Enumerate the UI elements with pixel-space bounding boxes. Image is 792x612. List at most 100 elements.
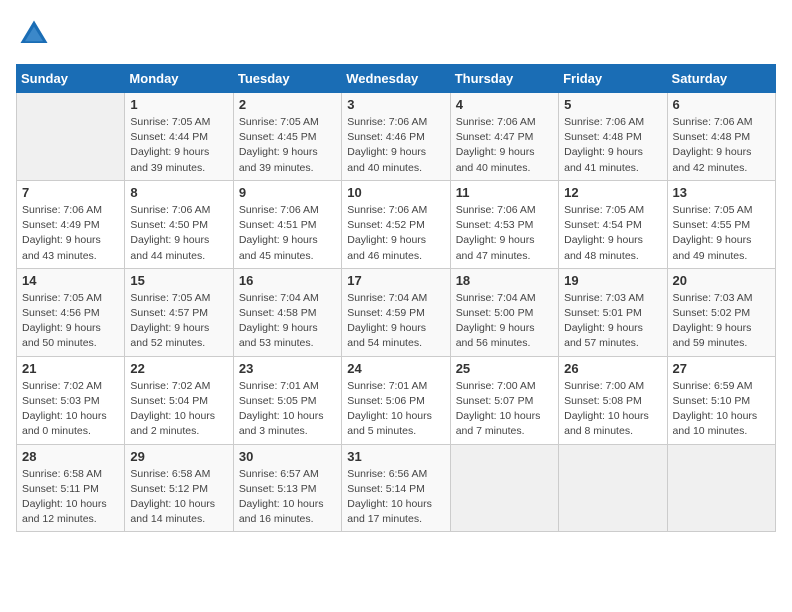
- day-info: Sunrise: 7:00 AM Sunset: 5:08 PM Dayligh…: [564, 379, 661, 440]
- day-info: Sunrise: 7:04 AM Sunset: 4:59 PM Dayligh…: [347, 291, 444, 352]
- day-number: 28: [22, 449, 119, 464]
- calendar-header-cell: Friday: [559, 65, 667, 93]
- day-number: 18: [456, 273, 553, 288]
- calendar-header-cell: Sunday: [17, 65, 125, 93]
- day-number: 16: [239, 273, 336, 288]
- calendar-week-row: 28 Sunrise: 6:58 AM Sunset: 5:11 PM Dayli…: [17, 444, 776, 532]
- day-info: Sunrise: 7:05 AM Sunset: 4:56 PM Dayligh…: [22, 291, 119, 352]
- calendar-day-cell: [450, 444, 558, 532]
- calendar-header-cell: Monday: [125, 65, 233, 93]
- calendar-day-cell: 23 Sunrise: 7:01 AM Sunset: 5:05 PM Dayli…: [233, 356, 341, 444]
- calendar-header-cell: Wednesday: [342, 65, 450, 93]
- calendar-day-cell: [667, 444, 775, 532]
- day-info: Sunrise: 7:00 AM Sunset: 5:07 PM Dayligh…: [456, 379, 553, 440]
- calendar-day-cell: 30 Sunrise: 6:57 AM Sunset: 5:13 PM Dayli…: [233, 444, 341, 532]
- day-info: Sunrise: 7:05 AM Sunset: 4:55 PM Dayligh…: [673, 203, 770, 264]
- calendar-header-row: SundayMondayTuesdayWednesdayThursdayFrid…: [17, 65, 776, 93]
- calendar-day-cell: 12Sunrise: 7:05 AM Sunset: 4:54 PM Dayli…: [559, 180, 667, 268]
- calendar-day-cell: [17, 93, 125, 181]
- calendar-day-cell: 13 Sunrise: 7:05 AM Sunset: 4:55 PM Dayli…: [667, 180, 775, 268]
- calendar-day-cell: 31 Sunrise: 6:56 AM Sunset: 5:14 PM Dayli…: [342, 444, 450, 532]
- day-number: 4: [456, 97, 553, 112]
- day-info: Sunrise: 7:05 AM Sunset: 4:57 PM Dayligh…: [130, 291, 227, 352]
- day-number: 6: [673, 97, 770, 112]
- day-info: Sunrise: 7:06 AM Sunset: 4:49 PM Dayligh…: [22, 203, 119, 264]
- day-number: 11: [456, 185, 553, 200]
- calendar-day-cell: 27Sunrise: 6:59 AM Sunset: 5:10 PM Dayli…: [667, 356, 775, 444]
- day-info: Sunrise: 7:06 AM Sunset: 4:46 PM Dayligh…: [347, 115, 444, 176]
- day-number: 26: [564, 361, 661, 376]
- day-number: 31: [347, 449, 444, 464]
- calendar-day-cell: 7 Sunrise: 7:06 AM Sunset: 4:49 PM Daylig…: [17, 180, 125, 268]
- day-number: 24: [347, 361, 444, 376]
- calendar-day-cell: 18 Sunrise: 7:04 AM Sunset: 5:00 PM Dayli…: [450, 268, 558, 356]
- calendar-week-row: 7 Sunrise: 7:06 AM Sunset: 4:49 PM Daylig…: [17, 180, 776, 268]
- day-number: 27: [673, 361, 770, 376]
- calendar-day-cell: 14Sunrise: 7:05 AM Sunset: 4:56 PM Dayli…: [17, 268, 125, 356]
- calendar-day-cell: 24 Sunrise: 7:01 AM Sunset: 5:06 PM Dayli…: [342, 356, 450, 444]
- day-number: 21: [22, 361, 119, 376]
- calendar-day-cell: 9Sunrise: 7:06 AM Sunset: 4:51 PM Daylig…: [233, 180, 341, 268]
- day-info: Sunrise: 7:06 AM Sunset: 4:48 PM Dayligh…: [564, 115, 661, 176]
- day-info: Sunrise: 7:01 AM Sunset: 5:06 PM Dayligh…: [347, 379, 444, 440]
- day-number: 3: [347, 97, 444, 112]
- calendar-day-cell: 11 Sunrise: 7:06 AM Sunset: 4:53 PM Dayli…: [450, 180, 558, 268]
- calendar-header-cell: Thursday: [450, 65, 558, 93]
- logo: [16, 16, 56, 52]
- day-info: Sunrise: 7:04 AM Sunset: 4:58 PM Dayligh…: [239, 291, 336, 352]
- day-number: 5: [564, 97, 661, 112]
- calendar-day-cell: 6 Sunrise: 7:06 AM Sunset: 4:48 PM Daylig…: [667, 93, 775, 181]
- calendar-day-cell: 3 Sunrise: 7:06 AM Sunset: 4:46 PM Daylig…: [342, 93, 450, 181]
- calendar-day-cell: 1Sunrise: 7:05 AM Sunset: 4:44 PM Daylig…: [125, 93, 233, 181]
- calendar-week-row: 21Sunrise: 7:02 AM Sunset: 5:03 PM Dayli…: [17, 356, 776, 444]
- calendar-day-cell: 20Sunrise: 7:03 AM Sunset: 5:02 PM Dayli…: [667, 268, 775, 356]
- day-info: Sunrise: 7:05 AM Sunset: 4:44 PM Dayligh…: [130, 115, 227, 176]
- calendar-day-cell: 15 Sunrise: 7:05 AM Sunset: 4:57 PM Dayli…: [125, 268, 233, 356]
- calendar-week-row: 14Sunrise: 7:05 AM Sunset: 4:56 PM Dayli…: [17, 268, 776, 356]
- calendar-day-cell: 4 Sunrise: 7:06 AM Sunset: 4:47 PM Daylig…: [450, 93, 558, 181]
- calendar-day-cell: 29Sunrise: 6:58 AM Sunset: 5:12 PM Dayli…: [125, 444, 233, 532]
- day-number: 13: [673, 185, 770, 200]
- day-info: Sunrise: 6:56 AM Sunset: 5:14 PM Dayligh…: [347, 467, 444, 528]
- day-info: Sunrise: 6:57 AM Sunset: 5:13 PM Dayligh…: [239, 467, 336, 528]
- calendar-day-cell: 25 Sunrise: 7:00 AM Sunset: 5:07 PM Dayli…: [450, 356, 558, 444]
- day-number: 12: [564, 185, 661, 200]
- calendar-body: 1Sunrise: 7:05 AM Sunset: 4:44 PM Daylig…: [17, 93, 776, 532]
- calendar-header-cell: Saturday: [667, 65, 775, 93]
- calendar-day-cell: 26 Sunrise: 7:00 AM Sunset: 5:08 PM Dayli…: [559, 356, 667, 444]
- calendar-table: SundayMondayTuesdayWednesdayThursdayFrid…: [16, 64, 776, 532]
- day-info: Sunrise: 7:05 AM Sunset: 4:45 PM Dayligh…: [239, 115, 336, 176]
- day-number: 25: [456, 361, 553, 376]
- day-number: 30: [239, 449, 336, 464]
- day-info: Sunrise: 7:06 AM Sunset: 4:47 PM Dayligh…: [456, 115, 553, 176]
- logo-icon: [16, 16, 52, 52]
- calendar-day-cell: 17 Sunrise: 7:04 AM Sunset: 4:59 PM Dayli…: [342, 268, 450, 356]
- day-info: Sunrise: 7:03 AM Sunset: 5:01 PM Dayligh…: [564, 291, 661, 352]
- day-number: 8: [130, 185, 227, 200]
- calendar-day-cell: 8Sunrise: 7:06 AM Sunset: 4:50 PM Daylig…: [125, 180, 233, 268]
- calendar-week-row: 1Sunrise: 7:05 AM Sunset: 4:44 PM Daylig…: [17, 93, 776, 181]
- day-number: 2: [239, 97, 336, 112]
- day-info: Sunrise: 7:06 AM Sunset: 4:53 PM Dayligh…: [456, 203, 553, 264]
- calendar-header: SundayMondayTuesdayWednesdayThursdayFrid…: [17, 65, 776, 93]
- day-number: 20: [673, 273, 770, 288]
- calendar-day-cell: [559, 444, 667, 532]
- day-info: Sunrise: 7:06 AM Sunset: 4:52 PM Dayligh…: [347, 203, 444, 264]
- day-number: 7: [22, 185, 119, 200]
- day-info: Sunrise: 7:06 AM Sunset: 4:48 PM Dayligh…: [673, 115, 770, 176]
- day-number: 17: [347, 273, 444, 288]
- day-info: Sunrise: 7:01 AM Sunset: 5:05 PM Dayligh…: [239, 379, 336, 440]
- calendar-day-cell: 21Sunrise: 7:02 AM Sunset: 5:03 PM Dayli…: [17, 356, 125, 444]
- calendar-header-cell: Tuesday: [233, 65, 341, 93]
- day-number: 23: [239, 361, 336, 376]
- calendar-day-cell: 2 Sunrise: 7:05 AM Sunset: 4:45 PM Daylig…: [233, 93, 341, 181]
- day-number: 15: [130, 273, 227, 288]
- day-info: Sunrise: 7:06 AM Sunset: 4:51 PM Dayligh…: [239, 203, 336, 264]
- day-info: Sunrise: 6:58 AM Sunset: 5:11 PM Dayligh…: [22, 467, 119, 528]
- day-number: 29: [130, 449, 227, 464]
- day-number: 22: [130, 361, 227, 376]
- day-info: Sunrise: 7:04 AM Sunset: 5:00 PM Dayligh…: [456, 291, 553, 352]
- calendar-day-cell: 22Sunrise: 7:02 AM Sunset: 5:04 PM Dayli…: [125, 356, 233, 444]
- calendar-day-cell: 10Sunrise: 7:06 AM Sunset: 4:52 PM Dayli…: [342, 180, 450, 268]
- calendar-day-cell: 5 Sunrise: 7:06 AM Sunset: 4:48 PM Daylig…: [559, 93, 667, 181]
